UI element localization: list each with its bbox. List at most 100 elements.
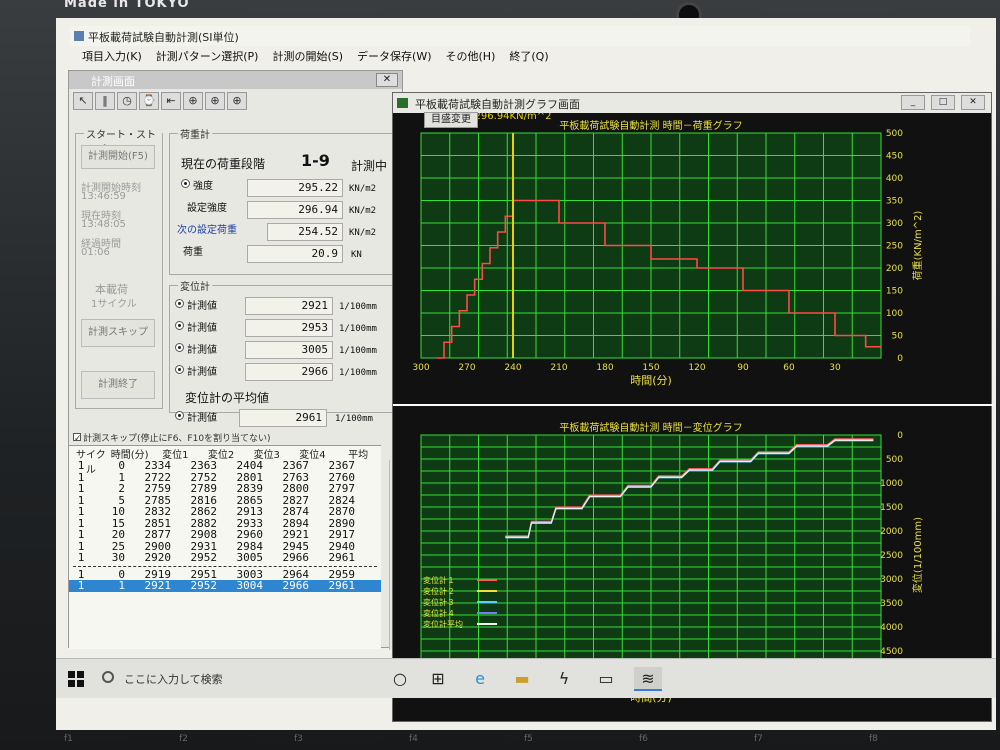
disp4-radio[interactable] (175, 365, 184, 374)
minimize-button[interactable]: _ (901, 95, 925, 110)
pointer-tool-icon[interactable]: ↖ (73, 92, 93, 110)
set-strength-unit: KN/m2 (349, 206, 377, 216)
table-cell: 2920 (144, 551, 172, 564)
back-tool-icon[interactable]: ⇤ (161, 92, 181, 110)
legend-label: 変位計１ (423, 575, 455, 585)
skip-checkbox-row[interactable]: ✓計測スキップ(停止にF6、F10を割り当てない) (73, 431, 271, 444)
table-row[interactable]: 1 2 2759 2789 2839 2800 2797 (69, 483, 381, 495)
y-tick-label: 400 (886, 174, 903, 184)
y-tick-label: 0 (897, 431, 903, 441)
menu-item-other[interactable]: その他(H) (446, 48, 496, 66)
table-body: 1 0 2334 2363 2404 2367 2367 1 1 2722 2752 2801 2763… (69, 460, 381, 564)
x-tick-label: 30 (829, 363, 841, 373)
table-cell: 2908 (190, 528, 218, 541)
function-key-label: f8 (869, 734, 878, 744)
strength-radio[interactable] (181, 179, 190, 188)
table-cell: 2367 (328, 459, 356, 472)
avg-radio[interactable] (175, 411, 184, 420)
x-tick-label: 270 (458, 363, 475, 373)
menu-item-input[interactable]: 項目入力(K) (82, 48, 142, 66)
disp3-unit: 1/100mm (339, 346, 377, 356)
y-axis-label: 荷重(KN/m^2) (911, 211, 924, 281)
y-tick-label: 150 (886, 287, 903, 297)
zoom-out-icon[interactable]: ⊕ (205, 92, 225, 110)
disp1-radio[interactable] (175, 299, 184, 308)
legend-label: 変位計平均 (423, 619, 463, 629)
function-key-label: f4 (409, 734, 418, 744)
app-icon-graph[interactable]: ≋ (634, 667, 662, 691)
table-cell: 30 (111, 551, 125, 564)
clock-tool-icon[interactable]: ◷ (117, 92, 137, 110)
y-tick-label: 2000 (880, 527, 903, 537)
table-row[interactable]: 1 30 2920 2952 3005 2966 2961 (69, 552, 381, 564)
function-key-label: f3 (294, 734, 303, 744)
scale-change-button[interactable]: 目盛変更 (424, 112, 478, 128)
table-cell: 1 (77, 459, 85, 472)
disp2-radio[interactable] (175, 321, 184, 330)
close-button[interactable]: ✕ (961, 95, 985, 110)
disp2-value: 2953 (245, 319, 333, 337)
x-tick-label: 90 (737, 363, 749, 373)
menu-item-pattern[interactable]: 計測パターン選択(P) (156, 48, 259, 66)
timer-tool-icon[interactable]: ⌚ (139, 92, 159, 110)
table-cell: 3004 (236, 579, 264, 592)
y-tick-label: 100 (886, 309, 903, 319)
load-group-label: 荷重計 (178, 126, 212, 141)
table-row-selected[interactable]: 1 1 2921 2952 3004 2966 2961 (69, 580, 381, 592)
task-view-icon[interactable]: ⊞ (424, 667, 452, 691)
function-key-label: f5 (524, 734, 533, 744)
disp3-radio[interactable] (175, 343, 184, 352)
zoom-fit-icon[interactable]: ⊕ (227, 92, 247, 110)
cortana-icon[interactable]: ○ (386, 667, 414, 691)
pause-tool-icon[interactable]: ‖ (95, 92, 115, 110)
y-tick-label: 200 (886, 264, 903, 274)
table-cell: 2917 (328, 528, 356, 541)
header-avg: 平均 (348, 450, 369, 461)
skip-checkbox[interactable]: ✓ (73, 433, 82, 444)
table-cell: 2832 (144, 505, 172, 518)
start-measure-button[interactable]: 計測開始(F5) (81, 145, 155, 169)
current-time-value: 13:48:05 (81, 219, 126, 230)
y-tick-label: 1500 (880, 503, 903, 513)
start-stop-group: スタート・ストップ (75, 126, 163, 409)
table-row[interactable]: 1 20 2877 2908 2960 2921 2917 (69, 529, 381, 541)
table-cell: 2874 (282, 505, 310, 518)
table-row[interactable]: 1 10 2832 2862 2913 2874 2870 (69, 506, 381, 518)
legend-label: 変位計２ (423, 586, 455, 596)
y-tick-label: 0 (897, 354, 903, 364)
graph-canvas: 300 270 240 210 180 150 120 90 60 300501001502002… (393, 113, 993, 704)
end-measure-button[interactable]: 計測終了 (81, 371, 155, 399)
zoom-in-icon[interactable]: ⊕ (183, 92, 203, 110)
cycle-sub: 1サイクル (91, 299, 137, 310)
table-cell: 2797 (328, 482, 356, 495)
y-tick-label: 50 (892, 332, 904, 342)
menu-item-quit[interactable]: 終了(Q) (509, 48, 548, 66)
search-icon[interactable] (102, 671, 114, 683)
app-icon-window[interactable]: ▭ (592, 667, 620, 691)
table-cell: 2759 (144, 482, 172, 495)
taskbar-search-input[interactable]: ここに入力して検索 (124, 671, 223, 687)
explorer-icon[interactable]: ▬ (508, 667, 536, 691)
table-current: 1 0 2919 2951 3003 2964 2959 1 1 2921 2952 3004 2966… (69, 568, 381, 592)
table-cell: 1 (77, 551, 85, 564)
menu-item-save[interactable]: データ保存(W) (357, 48, 431, 66)
windows-start-icon[interactable] (68, 671, 84, 687)
maximize-button[interactable]: □ (931, 95, 955, 110)
x-axis-label: 時間(分) (630, 374, 672, 387)
table-cell: 3005 (236, 551, 264, 564)
table-cell: 2960 (236, 528, 264, 541)
legend-label: 変位計４ (423, 608, 455, 618)
x-tick-label: 210 (550, 363, 567, 373)
table-row[interactable]: 1 0 2334 2363 2404 2367 2367 (69, 460, 381, 472)
load-unit: KN (351, 250, 362, 260)
skip-measure-button[interactable]: 計測スキップ (81, 319, 155, 347)
table-cell: 2839 (236, 482, 264, 495)
displacement-group-label: 変位計 (178, 278, 212, 293)
stage-status: 計測中 (351, 159, 388, 173)
avg-unit: 1/100mm (335, 414, 373, 424)
menu-item-start[interactable]: 計測の開始(S) (272, 48, 343, 66)
edge-icon[interactable]: e (466, 667, 494, 691)
panel-close-button[interactable]: ✕ (376, 73, 398, 87)
app-icon-lightning[interactable]: ϟ (550, 667, 578, 691)
table-cell: 2877 (144, 528, 172, 541)
